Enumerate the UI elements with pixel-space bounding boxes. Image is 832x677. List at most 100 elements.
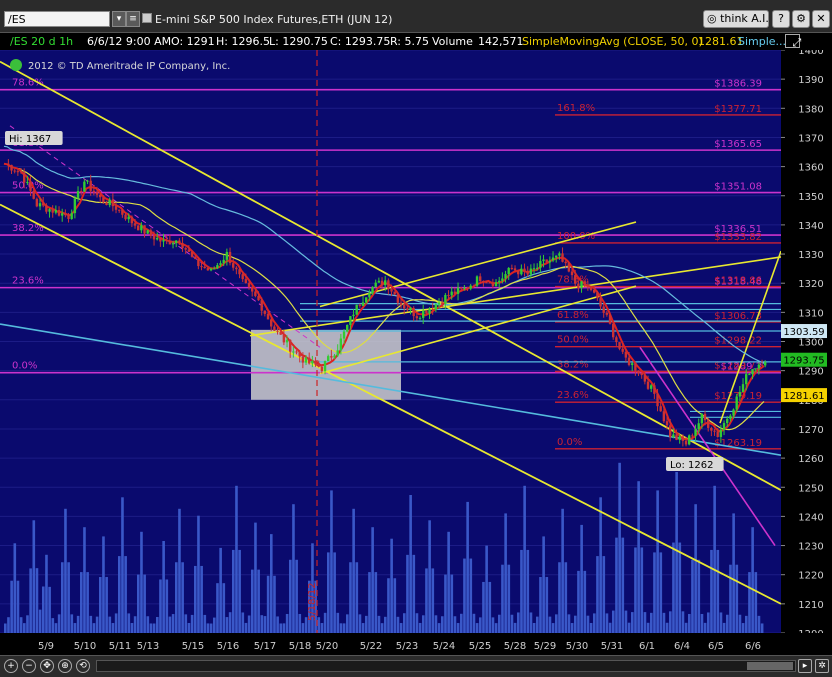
candle-body [399,302,403,305]
volume-bar [396,616,400,633]
symbol-dropdown-button[interactable]: ▾ [112,11,126,27]
volume-bar [7,617,10,633]
scroll-right-button[interactable]: ▸ [798,659,812,673]
symbol-period-label[interactable]: /ES 20 d 1h [10,35,73,48]
candle-body [545,259,548,263]
candle-body [719,429,723,437]
volume-bar [273,575,276,633]
candle-body [612,323,615,338]
candle-body [102,197,105,203]
candle-body [327,356,330,362]
candle-body [38,203,42,207]
candle-body [456,287,460,294]
volume-bar [583,570,587,633]
fib-extension-price: $1318.86 [714,276,762,287]
volume-bar [178,508,181,633]
candle-body [624,351,628,358]
volume-bar [70,614,74,633]
candle-body [650,385,653,389]
price-tick-label: 1220 [798,571,823,582]
volume-bar [368,572,371,633]
candle-body [118,209,121,211]
volume-bar [276,616,279,633]
pan-button[interactable]: ✥ [40,659,54,673]
price-tick-label: 1290 [798,367,823,378]
settings-small-button[interactable]: ✲ [815,659,829,673]
zoom-out-button[interactable]: − [22,659,36,673]
price-badge-text: 1303.59 [783,327,824,338]
candle-body [656,393,659,407]
scrollbar-thumb[interactable] [747,662,793,670]
candle-body [627,357,631,365]
date-tick-label: 5/9 [38,641,54,652]
candle-body [548,260,552,263]
symbol-menu-button[interactable]: ≡ [126,11,140,27]
help-button[interactable]: ? [772,10,790,28]
symbol-input[interactable]: /ES [4,11,110,27]
volume-bar [387,578,390,633]
candle-body [165,240,168,242]
volume-bar [251,569,254,633]
chart-plot-area[interactable]: 78.6%$1386.3961.8%$1365.6550.0%$1351.083… [0,49,782,634]
zoom-in-button[interactable]: + [4,659,18,673]
volume-bar [403,613,406,633]
volume-bar [444,574,447,633]
volume-bar [327,552,330,633]
candle-body [133,223,137,226]
volume-bar [545,577,549,633]
candle-body [282,334,286,343]
volume-bar [203,614,207,633]
candle-body [159,237,162,242]
trendline-dashed-magenta [9,125,321,348]
scrollbar-track[interactable] [96,660,796,672]
chart-expand-button[interactable]: ⤢ [785,34,801,49]
volume-bar [352,508,355,633]
candle-body [580,281,583,289]
candle-body [494,282,498,287]
volume-bar [222,583,226,633]
volume-bar [333,552,336,633]
candle-body [251,287,254,292]
volume-bar [384,616,387,633]
low-value: L: 1290.75 [269,35,328,48]
candle-body [273,326,276,331]
low-label-text: Lo: 1262 [670,460,714,471]
candle-body [751,369,754,375]
candle-body [447,294,450,296]
price-tick-label: 1400 [798,50,823,57]
volume-bar [425,568,428,633]
volume-bar [713,485,716,633]
candle-body [317,364,320,367]
volume-bar [342,623,346,633]
think-ai-button[interactable]: ◎ think A.I. [703,10,769,28]
candle-body [570,271,574,276]
second-study-label[interactable]: Simple... [738,35,786,48]
candle-body [523,268,526,272]
volume-bar [121,497,124,633]
volume-bar [358,614,362,633]
crosshair-button[interactable]: ⊕ [58,659,72,673]
volume-bar [165,579,169,633]
candle-body [140,225,143,231]
candle-body [298,352,301,357]
volume-bar [45,554,48,633]
crosshair-icon: ⊕ [61,661,69,671]
reset-zoom-button[interactable]: ⟲ [76,659,90,673]
candle-body [504,274,507,279]
settings-button[interactable]: ⚙ [792,10,810,28]
close-chart-button[interactable]: ✕ [812,10,830,28]
volume-bar [219,547,222,633]
candle-body [61,213,64,216]
volume-bar [406,554,409,633]
candle-body [336,350,339,356]
candle-body [507,267,510,275]
volume-bar [108,616,112,633]
candle-body [517,270,520,275]
candle-body [422,310,425,318]
candle-body [48,209,51,212]
volume-bar [662,612,666,633]
volume-bar [393,578,397,633]
sma-study-label[interactable]: SimpleMovingAvg (CLOSE, 50, 0) [522,35,703,48]
volume-bar [349,562,352,633]
volume-histogram [4,462,764,633]
